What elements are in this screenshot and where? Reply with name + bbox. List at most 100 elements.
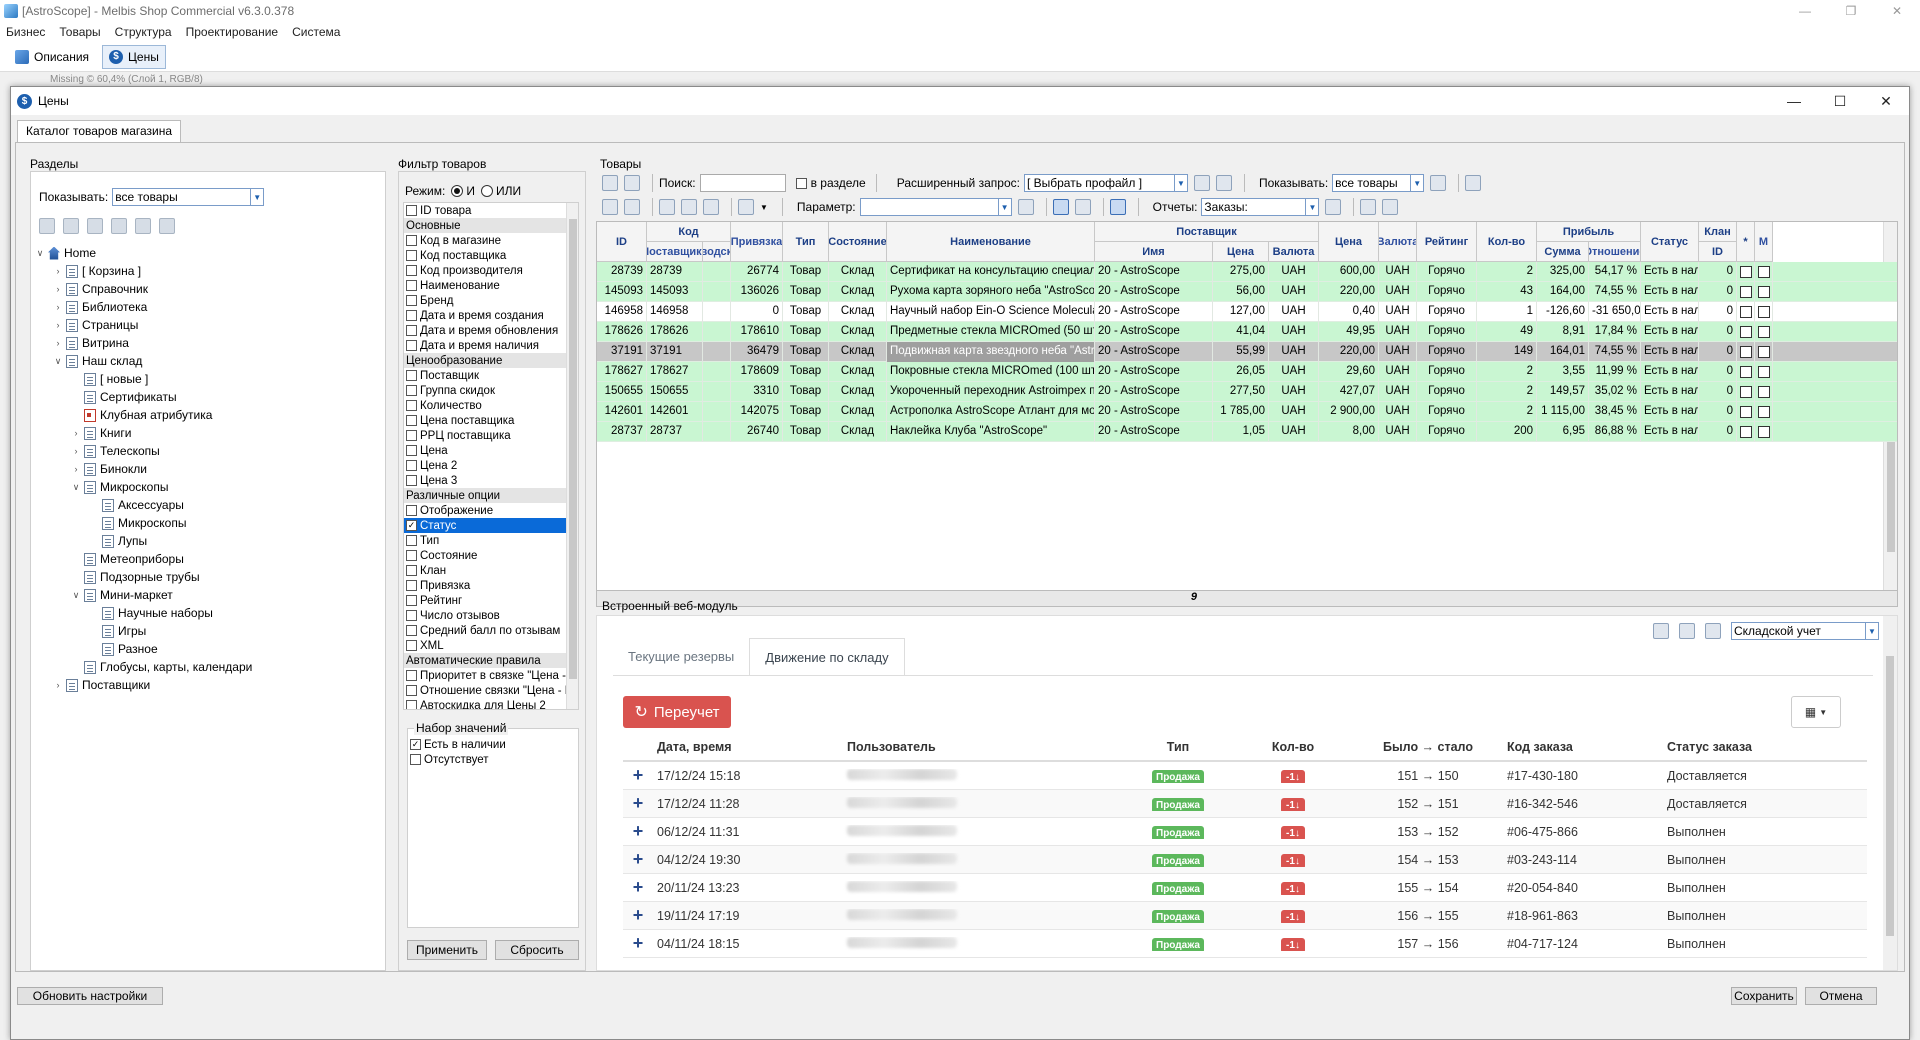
row-checkbox[interactable] (1758, 346, 1770, 358)
column-header-currency[interactable]: Валюта (1379, 222, 1417, 262)
tree-node[interactable]: Игры (35, 622, 375, 640)
filter-field-item[interactable]: Поставщик (404, 368, 568, 383)
movement-col-header[interactable]: Было → стало (1353, 740, 1503, 754)
tab-stock-movement[interactable]: Движение по складу (749, 638, 905, 676)
profile-settings-icon[interactable] (1215, 175, 1232, 191)
column-header-sup_currency[interactable]: Валюта (1269, 242, 1319, 262)
filter-field-checkbox[interactable] (406, 610, 417, 621)
column-header-sup_name[interactable]: Имя (1095, 242, 1213, 262)
menu-item-2[interactable]: Структура (115, 25, 172, 39)
expand-icon[interactable]: › (71, 446, 81, 456)
expand-icon[interactable]: › (53, 680, 63, 690)
tree-node[interactable]: › Справочник (35, 280, 375, 298)
export-icon[interactable] (624, 199, 640, 215)
tree-node[interactable]: › Бинокли (35, 460, 375, 478)
movement-order-code[interactable]: #17-430-180 (1503, 769, 1663, 783)
tree-copy-icon[interactable] (63, 218, 79, 234)
value-checkbox[interactable] (410, 754, 421, 765)
tree-node[interactable]: Микроскопы (35, 514, 375, 532)
param-select[interactable]: ▼ (859, 198, 1012, 216)
column-header-sup_price[interactable]: Цена (1213, 242, 1269, 262)
row-checkbox[interactable] (1758, 386, 1770, 398)
filter-field-item[interactable]: Средний балл по отзывам (404, 623, 568, 638)
movement-order-code[interactable]: #16-342-546 (1503, 797, 1663, 811)
column-header-code_supplier[interactable]: Поставщика (647, 242, 703, 262)
filter-field-checkbox[interactable] (406, 280, 417, 291)
collapse-icon[interactable]: ∨ (71, 482, 81, 493)
movement-col-header[interactable]: Статус заказа (1663, 740, 1843, 754)
cell-cb1[interactable] (1737, 422, 1755, 442)
filter-field-item[interactable]: Наименование (404, 278, 568, 293)
column-header-state[interactable]: Состояние (829, 222, 887, 262)
filter-field-item[interactable]: Отображение (404, 503, 568, 518)
report-run-icon[interactable] (1325, 199, 1342, 215)
filter-field-checkbox[interactable] (406, 295, 417, 306)
row-checkbox[interactable] (1758, 306, 1770, 318)
row-checkbox[interactable] (1740, 286, 1752, 298)
filter-field-item[interactable]: Количество (404, 398, 568, 413)
row-checkbox[interactable] (1740, 426, 1752, 438)
save-button[interactable]: Сохранить (1731, 987, 1797, 1005)
collapse-icon[interactable]: ∨ (53, 356, 63, 367)
column-header-id[interactable]: ID (597, 222, 647, 262)
view-list-icon[interactable] (1074, 199, 1091, 215)
expand-row-icon[interactable]: + (623, 849, 653, 870)
tree-node[interactable]: ∨ Home (35, 244, 375, 262)
filter-field-checkbox[interactable] (406, 340, 417, 351)
report-list-icon[interactable] (1382, 199, 1399, 215)
import-icon[interactable] (602, 199, 618, 215)
close-icon[interactable]: ✕ (1874, 0, 1920, 22)
filter-field-item[interactable]: Дата и время обновления (404, 323, 568, 338)
filter-field-checkbox[interactable] (406, 685, 417, 696)
column-header-rating[interactable]: Рейтинг (1417, 222, 1477, 262)
column-header-profit_ratio[interactable]: Отношение (1589, 242, 1641, 262)
copy-row-icon[interactable] (681, 199, 697, 215)
value-item[interactable]: Отсутствует (408, 752, 578, 767)
tree-node[interactable]: Клубная атрибутика (35, 406, 375, 424)
view-preview-icon[interactable] (1109, 199, 1126, 215)
tree-refresh-icon[interactable] (159, 218, 175, 234)
tree-new-icon[interactable] (39, 218, 55, 234)
cell-cb2[interactable] (1755, 282, 1773, 302)
movement-col-header[interactable]: Дата, время (653, 740, 843, 754)
filter-field-item[interactable]: Код в магазине (404, 233, 568, 248)
filter-field-checkbox[interactable] (406, 595, 417, 606)
reset-button[interactable]: Сбросить (495, 940, 579, 960)
filter-field-item[interactable]: Тип (404, 533, 568, 548)
cell-cb1[interactable] (1737, 382, 1755, 402)
update-settings-button[interactable]: Обновить настройки (17, 987, 163, 1005)
expand-row-icon[interactable]: + (623, 905, 653, 926)
dialog-minimize-icon[interactable]: — (1771, 87, 1817, 115)
filter-field-checkbox[interactable] (406, 400, 417, 411)
filter-field-checkbox[interactable] (406, 415, 417, 426)
cell-cb2[interactable] (1755, 302, 1773, 322)
row-checkbox[interactable] (1758, 326, 1770, 338)
row-checkbox[interactable] (1758, 406, 1770, 418)
row-checkbox[interactable] (1740, 266, 1752, 278)
movement-col-header[interactable]: Тип (1123, 740, 1233, 754)
reports-select[interactable]: Заказы: ▼ (1201, 198, 1320, 216)
show-settings-icon[interactable] (1430, 175, 1447, 191)
cell-cb2[interactable] (1755, 342, 1773, 362)
filter-field-item[interactable]: ID товара (404, 203, 568, 218)
tree-node[interactable]: › Телескопы (35, 442, 375, 460)
table-row[interactable]: 145093 145093 136026 Товар Склад Рухома карта… (597, 282, 1897, 302)
filter-field-item[interactable]: РРЦ поставщика (404, 428, 568, 443)
tree-node[interactable]: › Страницы (35, 316, 375, 334)
filter-field-item[interactable]: Дата и время наличия (404, 338, 568, 353)
movement-col-header[interactable]: Пользователь (843, 740, 1123, 754)
web-scrollbar[interactable] (1883, 616, 1897, 970)
column-header-clan[interactable]: Клан (1699, 222, 1737, 242)
filter-field-checkbox[interactable] (406, 235, 417, 246)
column-header-type[interactable]: Тип (783, 222, 829, 262)
cancel-button[interactable]: Отмена (1805, 987, 1877, 1005)
column-header-profit[interactable]: Прибыль (1537, 222, 1641, 242)
filter-field-item[interactable]: Цена 2 (404, 458, 568, 473)
param-apply-icon[interactable] (1017, 199, 1034, 215)
filter-field-item[interactable]: Дата и время создания (404, 308, 568, 323)
cell-cb1[interactable] (1737, 262, 1755, 282)
filter-field-checkbox[interactable] (406, 310, 417, 321)
expand-icon[interactable]: › (53, 338, 63, 348)
value-item[interactable]: ✓ Есть в наличии (408, 737, 578, 752)
tree-node[interactable]: › [ Корзина ] (35, 262, 375, 280)
